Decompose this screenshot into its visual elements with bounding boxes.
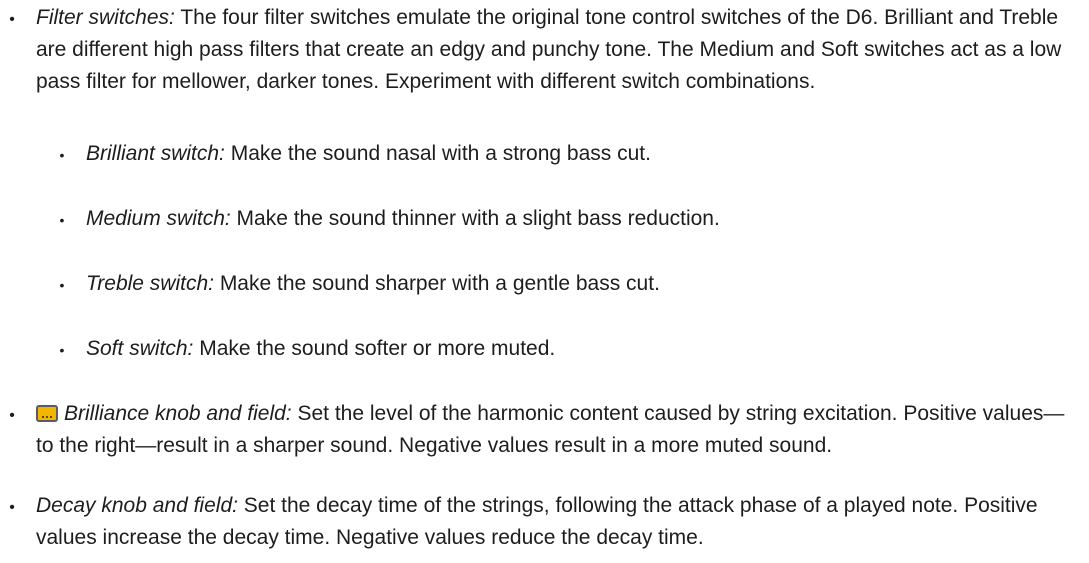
item-term: Medium switch:: [86, 207, 231, 230]
subitem-brilliant-switch: Brilliant switch: Make the sound nasal w…: [86, 138, 1076, 170]
item-term: Brilliant switch:: [86, 142, 225, 165]
knob-badge-icon: [36, 405, 58, 422]
list-item-brilliance-knob: Brilliance knob and field: Set the level…: [36, 398, 1081, 462]
item-text: The four filter switches emulate the ori…: [36, 6, 1062, 93]
subitem-treble-switch: Treble switch: Make the sound sharper wi…: [86, 268, 1076, 300]
bullet: [57, 333, 67, 366]
item-term: Soft switch:: [86, 337, 194, 360]
document-body: Filter switches: The four filter switche…: [0, 0, 1089, 563]
item-term: Brilliance knob and field:: [64, 402, 292, 425]
item-text: Make the sound nasal with a strong bass …: [224, 142, 651, 165]
bullet: [57, 268, 67, 301]
item-text: Make the sound sharper with a gentle bas…: [213, 272, 660, 295]
subitem-soft-switch: Soft switch: Make the sound softer or mo…: [86, 333, 1076, 365]
list-item-filter-switches: Filter switches: The four filter switche…: [36, 2, 1081, 98]
bullet: [7, 398, 17, 432]
bullet: [57, 203, 67, 236]
list-item-decay-knob: Decay knob and field: Set the decay time…: [36, 490, 1081, 554]
item-term: Treble switch:: [86, 272, 214, 295]
bullet: [7, 2, 17, 36]
item-text: Make the sound softer or more muted.: [193, 337, 556, 360]
item-term: Decay knob and field:: [36, 494, 238, 517]
bullet: [57, 138, 67, 171]
item-text: Make the sound thinner with a slight bas…: [230, 207, 720, 230]
subitem-medium-switch: Medium switch: Make the sound thinner wi…: [86, 203, 1076, 235]
item-term: Filter switches:: [36, 6, 175, 29]
bullet: [7, 490, 17, 524]
